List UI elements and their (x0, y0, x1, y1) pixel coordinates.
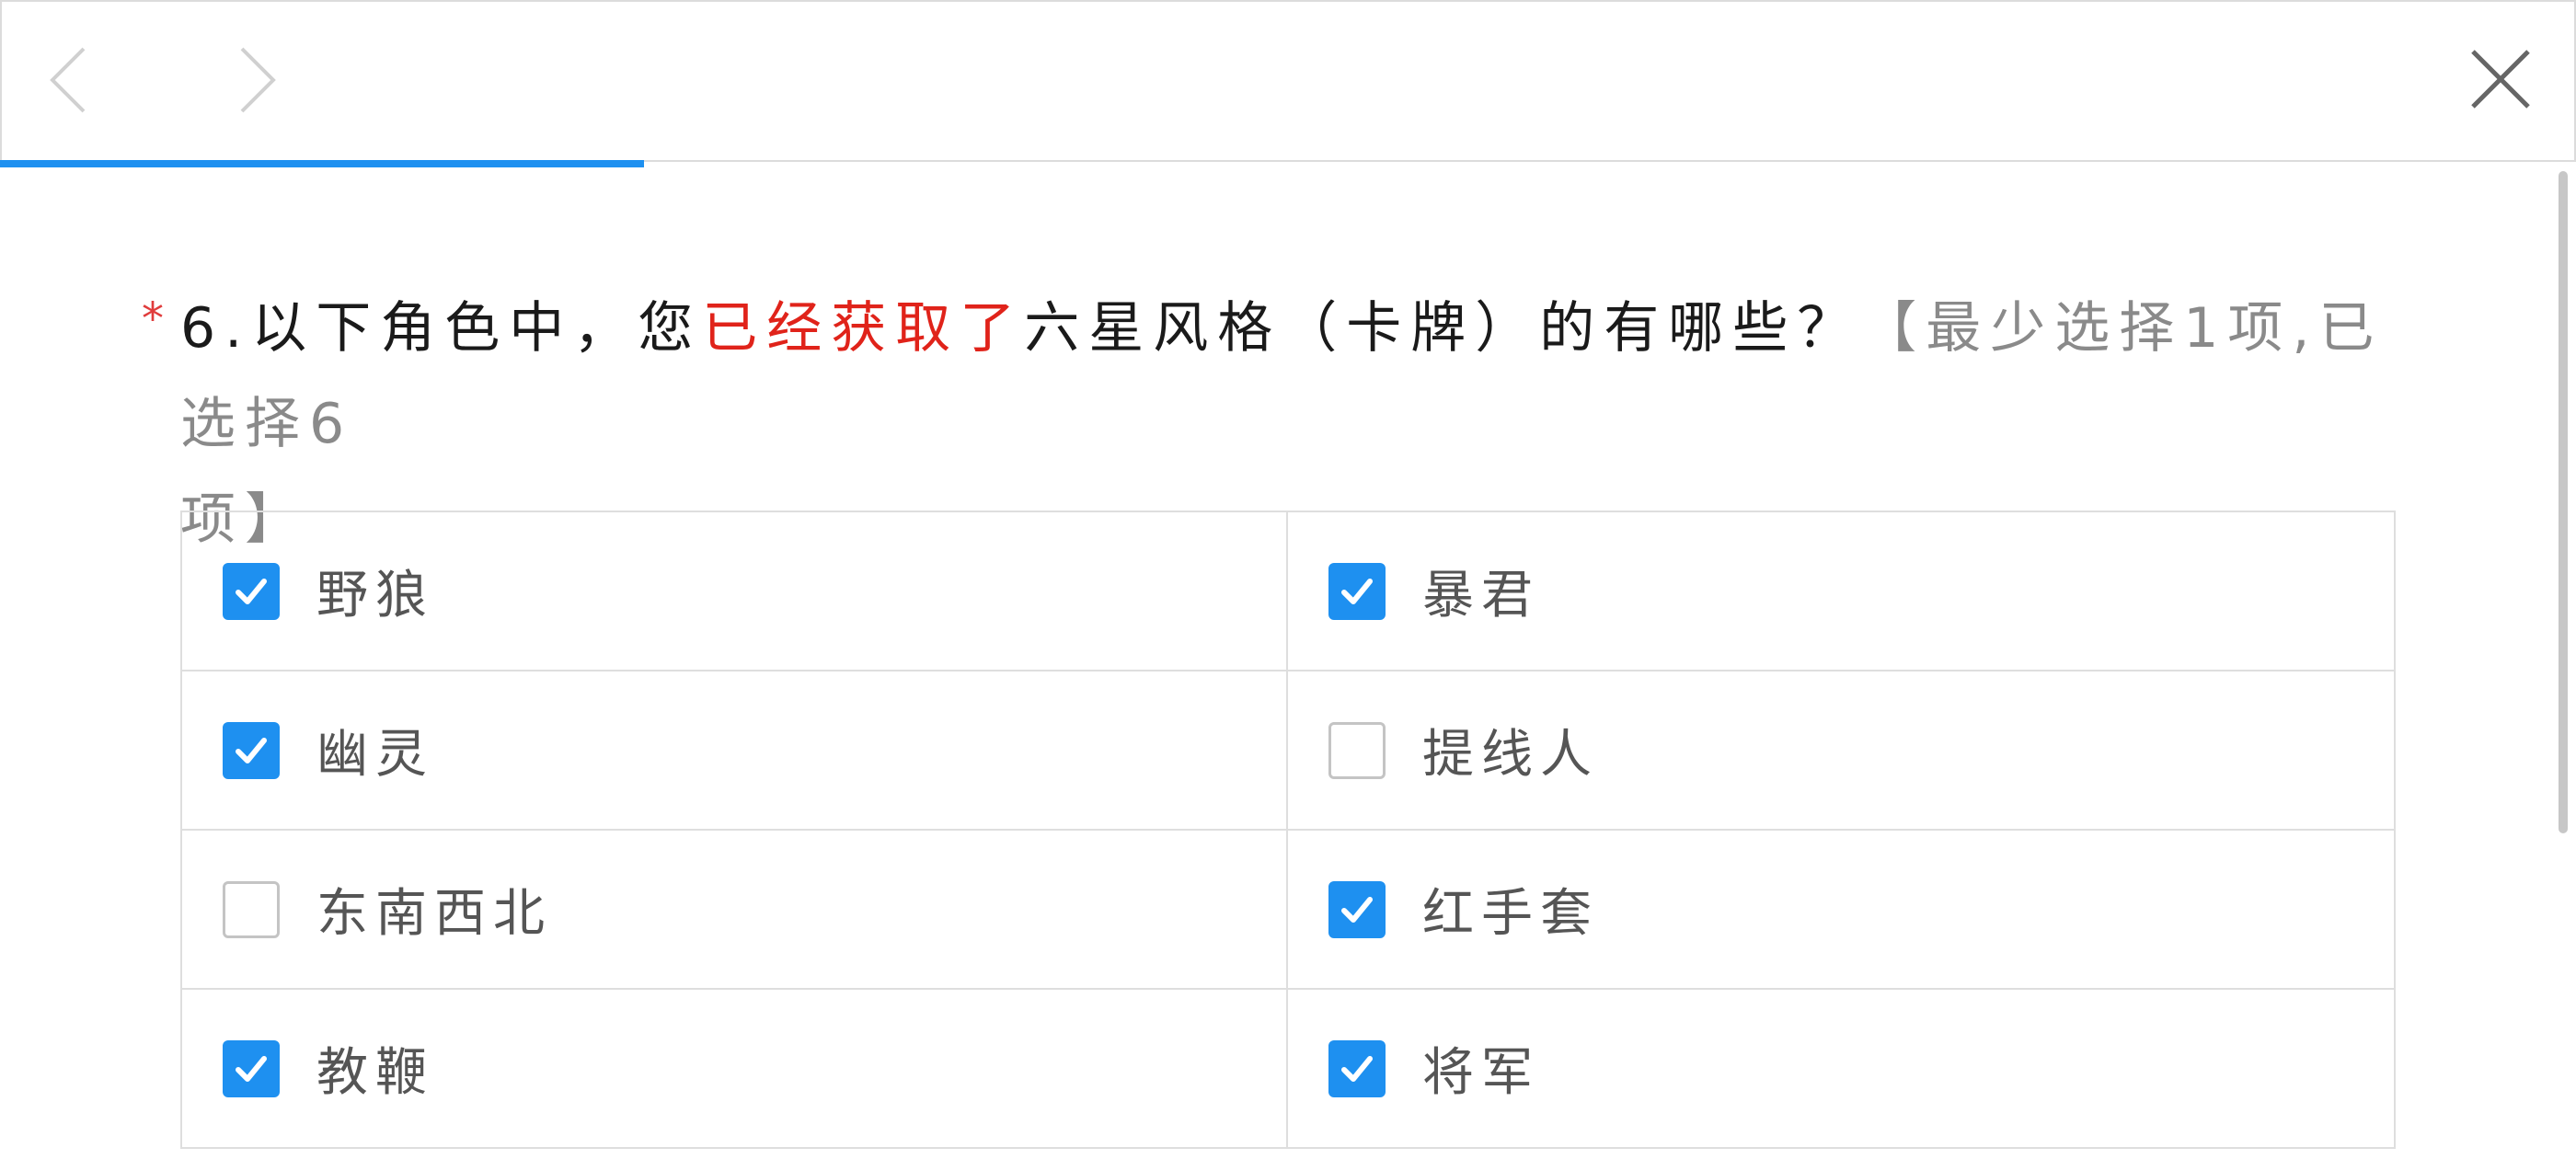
forward-button[interactable] (213, 39, 296, 121)
option-item[interactable]: 野狼 (182, 512, 1288, 671)
checkmark-icon (1341, 1055, 1373, 1082)
back-button[interactable] (29, 39, 112, 121)
checkmark-icon (236, 1055, 267, 1082)
option-checkbox[interactable] (223, 1039, 280, 1097)
option-item[interactable]: 红手套 (1288, 831, 2394, 990)
options-grid: 野狼 暴君幽灵 提线人东南西北 红手套教鞭 将军 (180, 511, 2396, 1149)
scrollbar-thumb[interactable] (2559, 171, 2568, 833)
survey-progress-fill (0, 160, 644, 167)
option-label: 暴君 (1422, 566, 1540, 625)
required-mark: * (142, 293, 164, 345)
option-checkbox[interactable] (1328, 1039, 1386, 1097)
question-text-after: 六星风格（卡牌）的有哪些？ (1024, 296, 1862, 361)
option-checkbox[interactable] (1328, 721, 1386, 779)
close-icon (2471, 50, 2530, 109)
option-label: 将军 (1422, 1043, 1540, 1103)
option-label: 幽灵 (316, 725, 434, 785)
checkmark-icon (236, 578, 267, 604)
option-label: 红手套 (1422, 884, 1599, 944)
close-button[interactable] (2464, 42, 2537, 116)
option-item[interactable]: 暴君 (1288, 512, 2394, 671)
option-checkbox[interactable] (223, 880, 280, 938)
option-item[interactable]: 东南西北 (182, 831, 1288, 990)
option-checkbox[interactable] (223, 721, 280, 779)
option-item[interactable]: 提线人 (1288, 671, 2394, 831)
chevron-right-icon (240, 47, 276, 113)
option-checkbox[interactable] (1328, 562, 1386, 620)
option-label: 东南西北 (316, 884, 552, 944)
option-label: 教鞭 (316, 1043, 434, 1103)
top-navigation-bar (0, 0, 2576, 162)
chevron-left-icon (50, 47, 86, 113)
option-label: 提线人 (1422, 725, 1599, 785)
option-label: 野狼 (316, 566, 434, 625)
option-item[interactable]: 将军 (1288, 990, 2394, 1149)
option-checkbox[interactable] (1328, 880, 1386, 938)
option-item[interactable]: 教鞭 (182, 990, 1288, 1149)
checkmark-icon (1341, 578, 1373, 604)
option-checkbox[interactable] (223, 562, 280, 620)
question-number: 6. (180, 296, 252, 361)
checkmark-icon (1341, 896, 1373, 923)
survey-progress-bar (0, 160, 2576, 167)
page-scrollbar[interactable] (2550, 167, 2576, 1159)
question-highlight: 已经获取了 (702, 296, 1025, 361)
option-item[interactable]: 幽灵 (182, 671, 1288, 831)
question-text-before: 以下角色中，您 (251, 296, 703, 361)
question-line-1: 6.以下角色中，您已经获取了六星风格（卡牌）的有哪些？【最少选择1项,已选择6 (145, 281, 2409, 472)
checkmark-icon (236, 737, 267, 763)
